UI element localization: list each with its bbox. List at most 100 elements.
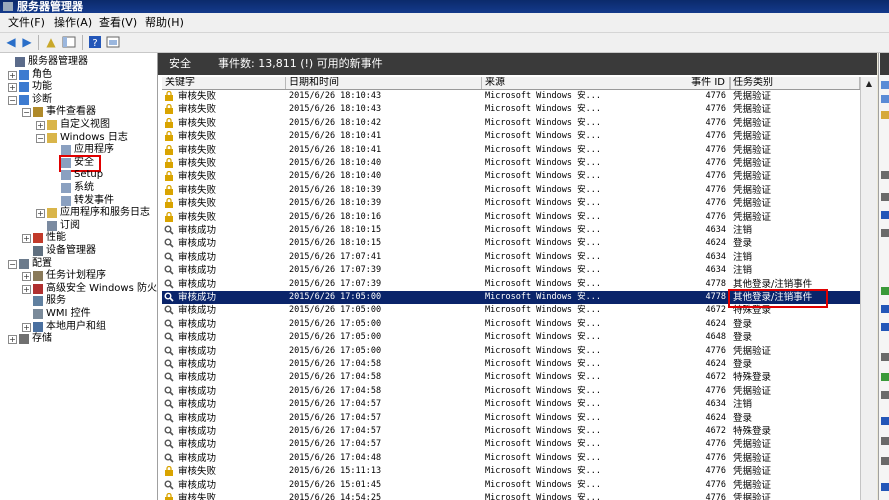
cell-keyword: 审核成功 [178,225,217,236]
table-row[interactable]: 审核成功 2015/6/26 17:07:39 Microsoft Windows … [162,264,860,277]
cell-task-category: 登录 [733,318,753,330]
cell-datetime: 2015/6/26 17:04:57 [289,426,382,436]
cell-event-id: 4634 [705,251,726,262]
collapse-icon[interactable]: − [22,108,31,118]
expand-icon[interactable]: + [8,83,17,93]
expand-icon[interactable]: + [22,272,31,282]
table-row[interactable]: 审核失败 2015/6/26 18:10:41 Microsoft Windows … [162,144,860,157]
table-row[interactable]: 审核失败 2015/6/26 18:10:39 Microsoft Windows … [162,184,860,197]
show-hide-tree-icon[interactable] [62,35,76,49]
table-row[interactable]: 审核失败 2015/6/26 18:10:16 Microsoft Windows … [162,211,860,224]
table-row[interactable]: 审核成功 2015/6/26 17:04:57 Microsoft Windows … [162,398,860,411]
cell-source: Microsoft Windows 安... [485,198,601,209]
table-row[interactable]: 审核成功 2015/6/26 17:04:58 Microsoft Windows … [162,371,860,384]
up-folder-icon[interactable]: ▲ [44,35,58,49]
table-row[interactable]: 审核失败 2015/6/26 18:10:40 Microsoft Windows … [162,157,860,170]
table-row[interactable]: 审核成功 2015/6/26 17:04:58 Microsoft Windows … [162,358,860,371]
cell-source: Microsoft Windows 安... [485,385,601,396]
action-icon[interactable] [881,193,889,201]
action-icon[interactable] [881,391,889,399]
cell-event-id: 4776 [705,117,726,128]
cell-event-id: 4776 [705,104,726,115]
cell-datetime: 2015/6/26 18:10:41 [289,131,382,142]
table-row[interactable]: 审核失败 2015/6/26 18:10:43 Microsoft Windows … [162,90,860,103]
table-row[interactable]: 审核成功 2015/6/26 17:04:48 Microsoft Windows … [162,452,860,465]
table-row[interactable]: 审核失败 2015/6/26 18:10:39 Microsoft Windows … [162,197,860,210]
table-row[interactable]: 审核失败 2015/6/26 18:10:40 Microsoft Windows … [162,170,860,183]
action-icon[interactable] [881,95,889,103]
table-row[interactable]: 审核成功 2015/6/26 18:10:15 Microsoft Windows … [162,237,860,250]
cell-source: Microsoft Windows 安... [485,251,601,262]
tree-node-label: Setup [74,169,104,181]
table-row[interactable]: 审核失败 2015/6/26 15:11:13 Microsoft Windows … [162,465,860,478]
cell-task-category: 凭据验证 [733,91,772,102]
action-icon[interactable] [881,287,889,295]
expand-icon[interactable]: + [8,335,17,345]
cell-datetime: 2015/6/26 17:04:58 [289,359,382,369]
cell-task-category: 登录 [733,359,753,370]
column-keyword[interactable]: 关键字 [162,77,286,89]
vertical-scrollbar[interactable]: ▲ [860,77,877,500]
action-icon[interactable] [881,229,889,237]
help-icon[interactable]: ? [88,35,102,49]
key-icon [164,439,174,449]
cell-datetime: 2015/6/26 18:10:15 [289,238,382,249]
action-icon[interactable] [881,417,889,425]
cell-datetime: 2015/6/26 18:10:43 [289,104,382,115]
cell-datetime: 2015/6/26 18:10:16 [289,211,382,222]
menu-view[interactable]: 查看(V) [97,15,139,30]
table-row[interactable]: 审核失败 2015/6/26 18:10:41 Microsoft Windows … [162,130,860,143]
column-datetime[interactable]: 日期和时间 [286,77,482,89]
table-row[interactable]: 审核成功 2015/6/26 17:05:00 Microsoft Windows … [162,345,860,358]
menu-file[interactable]: 文件(F) [6,15,47,30]
table-row[interactable]: 审核失败 2015/6/26 18:10:42 Microsoft Windows … [162,117,860,130]
scroll-up-icon[interactable]: ▲ [863,78,875,90]
table-row[interactable]: 审核成功 2015/6/26 17:07:41 Microsoft Windows … [162,251,860,264]
table-row[interactable]: 审核成功 2015/6/26 18:10:15 Microsoft Windows … [162,224,860,237]
expand-icon[interactable]: + [22,322,31,332]
table-row[interactable]: 审核成功 2015/6/26 17:04:57 Microsoft Windows … [162,412,860,425]
cell-task-category: 凭据验证 [733,198,772,210]
table-row[interactable]: 审核成功 2015/6/26 15:01:45 Microsoft Windows … [162,479,860,492]
collapse-icon[interactable]: − [8,259,17,269]
collapse-icon[interactable]: − [36,133,45,143]
menu-action[interactable]: 操作(A) [52,15,94,30]
back-icon[interactable]: ◀ [4,35,18,49]
action-icon[interactable] [881,81,889,89]
column-event-id[interactable]: 事件 ID [610,77,730,89]
table-row[interactable]: 审核成功 2015/6/26 17:04:57 Microsoft Windows … [162,425,860,438]
menu-help[interactable]: 帮助(H) [143,15,186,30]
cell-datetime: 2015/6/26 15:11:13 [289,466,382,477]
forward-icon[interactable]: ▶ [20,35,34,49]
properties-icon[interactable] [106,35,120,49]
expand-icon[interactable]: + [36,209,45,219]
expand-icon[interactable]: + [36,121,45,130]
expand-icon[interactable]: + [22,234,31,244]
table-row[interactable]: 审核失败 2015/6/26 14:54:25 Microsoft Windows … [162,492,860,500]
action-icon[interactable] [881,373,889,381]
cell-task-category: 注销 [733,265,753,277]
action-icon[interactable] [881,323,889,331]
lock-icon [165,131,173,142]
table-row[interactable]: 审核失败 2015/6/26 18:10:43 Microsoft Windows … [162,103,860,116]
action-icon[interactable] [881,353,889,361]
action-icon[interactable] [881,437,889,445]
action-icon[interactable] [881,305,889,313]
action-icon[interactable] [881,111,889,119]
window-title: 服务器管理器 [17,0,83,13]
key-icon [164,399,174,409]
action-icon[interactable] [881,211,889,219]
expand-icon[interactable]: + [8,70,17,80]
table-row[interactable]: 审核成功 2015/6/26 17:04:57 Microsoft Windows … [162,438,860,451]
action-icon[interactable] [881,457,889,465]
key-icon [164,265,174,275]
action-icon[interactable] [881,171,889,179]
expand-icon[interactable]: + [22,284,31,294]
action-icon[interactable] [881,483,889,491]
table-row[interactable]: 审核成功 2015/6/26 17:04:58 Microsoft Windows … [162,385,860,398]
table-row[interactable]: 审核成功 2015/6/26 17:05:00 Microsoft Windows … [162,318,860,331]
table-row[interactable]: 审核成功 2015/6/26 17:05:00 Microsoft Windows … [162,331,860,344]
cell-event-id: 4634 [705,265,726,276]
column-task-category[interactable]: 任务类别 [730,77,860,89]
collapse-icon[interactable]: − [8,95,17,105]
